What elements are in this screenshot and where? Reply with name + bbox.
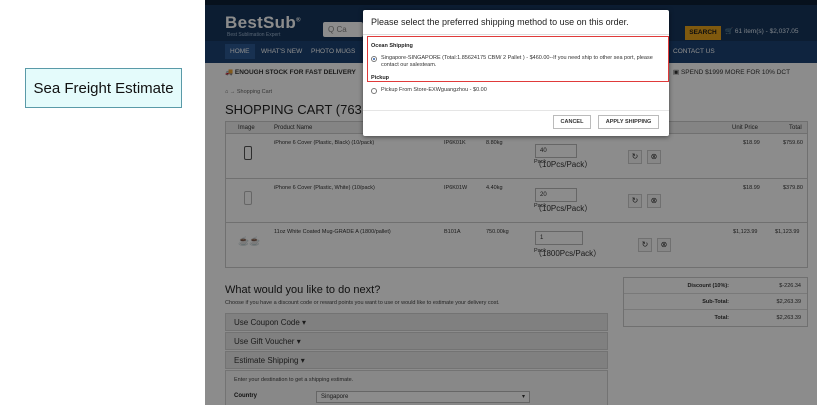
callout-box: Sea Freight Estimate: [25, 68, 182, 108]
dialog-footer-divider: [363, 110, 669, 111]
cancel-button[interactable]: CANCEL: [553, 115, 591, 129]
ocean-shipping-option[interactable]: Singapore-SINGAPORE (Total:1.85624175 CB…: [381, 55, 659, 69]
ocean-shipping-heading: Ocean Shipping: [371, 43, 413, 49]
ocean-shipping-radio[interactable]: [371, 56, 377, 62]
pickup-radio[interactable]: [371, 88, 377, 94]
apply-shipping-button[interactable]: APPLY SHIPPING: [598, 115, 659, 129]
callout-label: Sea Freight Estimate: [33, 79, 174, 97]
dialog-divider: [363, 34, 669, 35]
screenshot-panel: BestSub® Best Sublimation Expert Q Ca SE…: [205, 0, 817, 405]
pickup-heading: Pickup: [371, 75, 390, 81]
dialog-title: Please select the preferred shipping met…: [371, 17, 629, 27]
pickup-option[interactable]: Pickup From Store-EXWguangzhou - $0.00: [381, 87, 487, 94]
shipping-method-dialog: Please select the preferred shipping met…: [363, 10, 669, 136]
